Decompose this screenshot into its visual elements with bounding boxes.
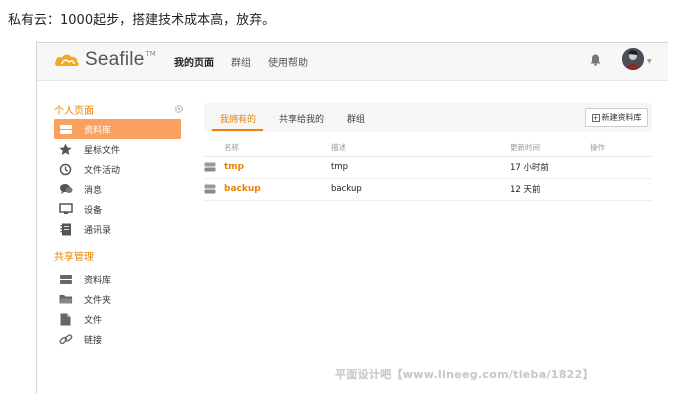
sidebar-item-label: 资料库 (84, 125, 112, 136)
sidebar-item-label: 链接 (84, 335, 103, 346)
sidebar-item-starred[interactable]: 星标文件 (54, 139, 184, 159)
library-description: backup (331, 178, 510, 201)
gear-icon[interactable] (174, 104, 184, 114)
sidebar-item-shared-folders[interactable]: 文件夹 (54, 289, 184, 309)
library-row-icon-cell (204, 178, 224, 201)
library-icon (57, 272, 74, 286)
column-header-updated[interactable]: 更新时间 (510, 139, 590, 157)
tab-shared-with-me[interactable]: 共享给我的 (279, 112, 324, 125)
watermark-text: 平面设计吧【www.lineeg.com/tieba/1822】 (335, 368, 594, 381)
bell-icon[interactable] (590, 54, 601, 66)
sidebar-item-contacts[interactable]: 通讯录 (54, 219, 184, 239)
sidebar-item-label: 文件夹 (84, 295, 112, 306)
library-name-link[interactable]: tmp (224, 162, 244, 172)
star-icon (57, 142, 74, 156)
sidebar-item-shared-files[interactable]: 文件 (54, 309, 184, 329)
column-header-actions: 操作 (590, 139, 652, 157)
table-row[interactable]: tmp tmp 17 小时前 (204, 156, 652, 179)
sidebar-item-label: 文件 (84, 315, 103, 326)
trademark: TM (145, 50, 156, 58)
app-name: Seafile (85, 49, 145, 70)
monitor-icon (57, 202, 74, 216)
library-row-icon-cell (204, 156, 224, 179)
library-actions (590, 156, 652, 179)
tab-mine[interactable]: 我拥有的 (220, 112, 256, 125)
new-library-button[interactable]: + 新建资料库 (585, 108, 648, 127)
main-content: 我拥有的 共享给我的 群组 + 新建资料库 名称 描述 更新时间 操作 tmp … (204, 103, 652, 201)
sidebar-item-libraries[interactable]: 资料库 (54, 119, 181, 139)
sidebar-item-shared-libraries[interactable]: 资料库 (54, 269, 184, 289)
sidebar-item-label: 通讯录 (84, 225, 112, 236)
seafile-logo-icon (54, 54, 79, 66)
sidebar: 个人页面 资料库 星标文件 文件活动 消息 设备 通讯录 共享管理 资料库 文件… (54, 101, 184, 349)
sidebar-item-devices[interactable]: 设备 (54, 199, 184, 219)
avatar-image (622, 48, 644, 70)
nav-my-page[interactable]: 我的页面 (174, 54, 214, 69)
top-nav: 我的页面 群组 使用帮助 (174, 54, 325, 69)
icon-column-header (204, 139, 224, 157)
link-icon (57, 332, 74, 346)
library-name-link[interactable]: backup (224, 184, 261, 194)
caption-text: 私有云：1000起步，搭建技术成本高，放弃。 (8, 13, 276, 28)
folder-icon (57, 292, 74, 306)
new-library-label: 新建资料库 (601, 113, 642, 122)
library-icon (204, 162, 216, 172)
library-tabs: 我拥有的 共享给我的 群组 + 新建资料库 (204, 103, 652, 132)
library-updated: 17 小时前 (510, 156, 590, 179)
sidebar-item-shared-links[interactable]: 链接 (54, 329, 184, 349)
library-description: tmp (331, 156, 510, 179)
nav-help[interactable]: 使用帮助 (268, 54, 308, 69)
file-icon (57, 312, 74, 326)
library-icon (57, 122, 74, 136)
sidebar-heading-shared: 共享管理 (54, 247, 184, 263)
plus-icon: + (591, 113, 600, 122)
sidebar-item-label: 消息 (84, 185, 103, 196)
shared-heading-label: 共享管理 (54, 251, 94, 263)
library-table: 名称 描述 更新时间 操作 tmp tmp 17 小时前 backup back… (204, 139, 652, 201)
nav-groups[interactable]: 群组 (231, 54, 251, 69)
library-updated: 12 天前 (510, 178, 590, 201)
contacts-icon (57, 222, 74, 236)
seafile-logo[interactable]: Seafile TM (54, 49, 156, 71)
sidebar-heading-personal: 个人页面 (54, 101, 184, 117)
table-header-row: 名称 描述 更新时间 操作 (204, 139, 652, 157)
sidebar-item-messages[interactable]: 消息 (54, 179, 184, 199)
sidebar-item-label: 文件活动 (84, 165, 121, 176)
seafile-window: Seafile TM 我的页面 群组 使用帮助 ▼ 个人页面 资料库 星标文件 … (36, 42, 668, 394)
top-bar: Seafile TM 我的页面 群组 使用帮助 ▼ (37, 43, 668, 81)
sidebar-item-activity[interactable]: 文件活动 (54, 159, 184, 179)
history-icon (57, 162, 74, 176)
column-header-name[interactable]: 名称 (224, 139, 331, 157)
sidebar-item-label: 资料库 (84, 275, 112, 286)
avatar[interactable] (622, 48, 644, 70)
active-tab-indicator (212, 129, 263, 131)
column-header-description: 描述 (331, 139, 510, 157)
tab-groups[interactable]: 群组 (347, 112, 365, 125)
sidebar-item-label: 星标文件 (84, 145, 121, 156)
message-icon (57, 182, 74, 196)
sidebar-item-label: 设备 (84, 205, 103, 216)
library-icon (204, 184, 216, 194)
personal-heading-label: 个人页面 (54, 105, 94, 117)
library-actions (590, 178, 652, 201)
chevron-down-icon[interactable]: ▼ (647, 58, 652, 65)
table-row[interactable]: backup backup 12 天前 (204, 178, 652, 201)
